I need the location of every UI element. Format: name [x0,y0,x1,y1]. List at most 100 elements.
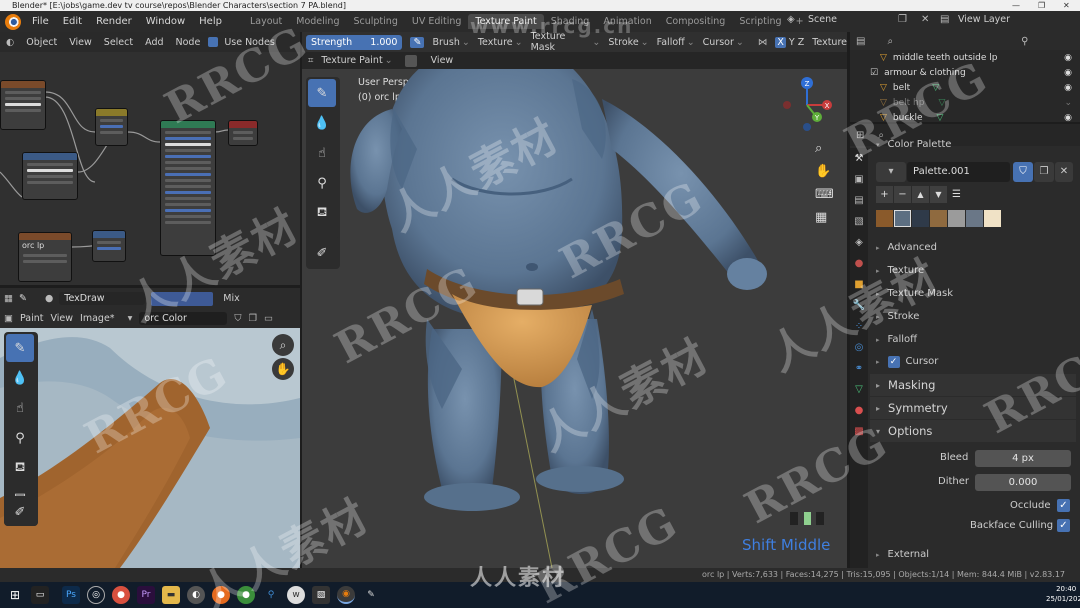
explorer-icon[interactable]: ▬ [162,586,180,604]
symmetry-panel-header[interactable]: ▸ Symmetry [870,397,1076,419]
outliner-row[interactable]: ▽ belt ▽ ◉ [850,80,1080,95]
image-browse-icon[interactable]: ▾ [128,313,133,324]
particles-tab-icon[interactable]: ⁘ [850,316,868,337]
workspace-tab-scripting[interactable]: Scripting [732,14,788,29]
mirror-x-toggle[interactable]: X [775,36,786,48]
move-down-icon[interactable]: ▼ [930,186,947,203]
smear-tool-icon[interactable]: ☝ [308,139,336,167]
editor-type-icon[interactable]: ⌗ [308,55,313,66]
image-editor-canvas[interactable]: ✎ 💧 ☝ ⚲ ⛾ ▤ ✐ ⌕ ✋ [0,328,300,568]
object-tab-icon[interactable]: ■ [850,274,868,295]
menu-view[interactable]: View [431,55,454,66]
occlude-checkbox[interactable]: ✓ [1057,499,1070,512]
color-palette-panel-header[interactable]: ▾ Color Palette [876,139,951,150]
texture-menu[interactable]: Texture [478,37,513,48]
properties-type-icon[interactable]: ⊞ [856,130,864,141]
pressure-icon[interactable]: ✎ [410,36,425,48]
menu-edit[interactable]: Edit [56,16,89,27]
data-tab-icon[interactable]: ▽ [850,379,868,400]
add-color-icon[interactable]: + [876,186,893,203]
brush-icon[interactable]: ✎ [19,293,27,304]
palette-swatch[interactable] [966,210,983,227]
masking-panel-header[interactable]: ▸ Masking [870,374,1076,396]
subpanel-texture-mask[interactable]: ▸ Texture Mask [876,288,953,299]
brush-menu[interactable]: Brush [432,37,459,48]
navigation-gizmo[interactable]: Z Y X [777,75,837,135]
zoom-icon[interactable]: ⌕ [815,141,822,156]
node-material-output[interactable] [228,120,258,146]
duplicate-palette-icon[interactable]: ❐ [1034,162,1054,182]
texture-overflow[interactable]: Texture [812,37,847,48]
draw-tool-icon[interactable]: ✎ [6,334,34,362]
search-app-icon[interactable]: ◎ [87,586,105,604]
pan-icon[interactable]: ✋ [272,358,294,380]
smear-tool-icon[interactable]: ☝ [6,394,34,422]
mirror-y-toggle[interactable]: Y [789,37,795,48]
tool-tab-icon[interactable]: ⚒ [850,148,868,169]
palette-swatch[interactable] [894,210,911,227]
workspace-tab-shading[interactable]: Shading [544,14,597,29]
node-color-ramp[interactable] [22,152,78,200]
start-menu-icon[interactable]: ⊞ [6,586,24,604]
brush-color-swatch[interactable] [151,291,214,306]
node-image-texture[interactable] [0,80,46,130]
hidden-eye-icon[interactable]: ⌄ [1064,98,1072,108]
soften-tool-icon[interactable]: 💧 [6,364,34,392]
subpanel-cursor[interactable]: ▸ ✓ Cursor [876,356,938,368]
backface-culling-checkbox[interactable]: ✓ [1057,519,1070,532]
bleed-field[interactable]: 4 px [975,450,1071,467]
palette-name-field[interactable]: Palette.001 [907,162,1010,182]
strength-slider[interactable]: Strength 1.000 [306,34,403,50]
palette-swatch[interactable] [912,210,929,227]
annotate-tool-icon[interactable]: ✐ [6,498,34,526]
workspace-tab-layout[interactable]: Layout [243,14,289,29]
annotate-tool-icon[interactable]: ✐ [308,239,336,267]
mode-dropdown[interactable]: Texture Paint [321,55,382,66]
node-image-texture-orc[interactable]: orc lp [18,232,72,282]
app-icon[interactable]: ◐ [187,586,205,604]
menu-view[interactable]: View [51,313,74,324]
texture-tab-icon[interactable]: ▩ [850,421,868,442]
brush-name-field[interactable]: TexDraw [59,292,146,305]
delete-scene-icon[interactable]: ✕ [921,14,929,25]
firefox-icon[interactable]: ● [212,586,230,604]
blender-logo-icon[interactable] [5,13,21,30]
visibility-eye-icon[interactable]: ◉ [1064,68,1072,78]
app-icon-3[interactable]: ✎ [362,586,380,604]
subpanel-advanced[interactable]: ▸ Advanced [876,242,937,253]
menu-image[interactable]: Image* [80,313,115,324]
palette-browse-icon[interactable]: ▾ [876,162,906,182]
output-tab-icon[interactable]: ▤ [850,190,868,211]
blend-mode-dropdown[interactable]: Mix [223,293,239,304]
dither-field[interactable]: 0.000 [975,474,1071,491]
minimize-button[interactable]: — [1012,0,1020,11]
scene-tab-icon[interactable]: ◈ [850,232,868,253]
filter-icon[interactable]: ⚲ [1021,36,1028,47]
cursor-checkbox[interactable]: ✓ [887,356,900,368]
3d-viewport[interactable]: User Perspective (0) orc lp ✎ 💧 ☝ ⚲ ⛾ ✐ … [302,69,847,568]
app-icon-2[interactable]: ▧ [312,586,330,604]
mirror-z-toggle[interactable]: Z [798,37,805,48]
fake-user-shield-icon[interactable]: ⛉ [1013,162,1033,182]
menu-help[interactable]: Help [192,16,229,27]
maps-icon[interactable]: ⚲ [262,586,280,604]
chrome-icon[interactable]: ● [112,586,130,604]
subpanel-falloff[interactable]: ▸ Falloff [876,334,917,345]
node-principled-bsdf[interactable] [160,120,216,256]
taskview-icon[interactable]: ▭ [31,586,49,604]
cursor-menu[interactable]: Cursor [703,37,734,48]
view-layer-tab-icon[interactable]: ▧ [850,211,868,232]
stroke-menu[interactable]: Stroke [608,37,638,48]
writer-icon[interactable]: w [287,586,305,604]
image-name-field[interactable]: orc Color [139,312,228,325]
brush-slot-icon[interactable]: ● [45,293,53,304]
pan-icon[interactable]: ✋ [815,164,831,179]
photoshop-icon[interactable]: Ps [62,586,80,604]
workspace-tab-texture-paint[interactable]: Texture Paint [468,14,544,29]
outliner-row[interactable]: ▽ belt hp ▽ ⌄ [850,95,1080,110]
subpanel-texture[interactable]: ▸ Texture [876,265,924,276]
texture-mask-menu[interactable]: Texture Mask [531,31,591,53]
workspace-tab-animation[interactable]: Animation [596,14,658,29]
outliner-row[interactable]: ☑ armour & clothing ◉ [850,65,1080,80]
node-mix[interactable] [95,108,128,146]
